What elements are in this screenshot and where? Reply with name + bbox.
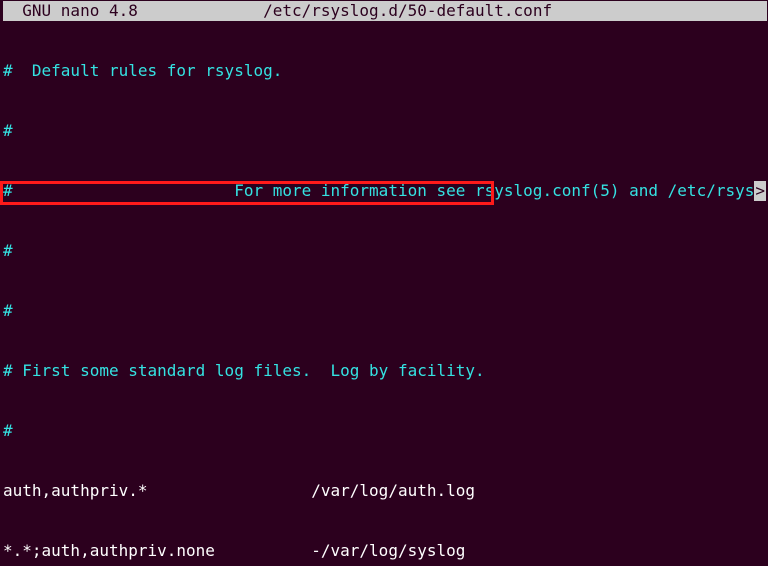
editor-line[interactable]: # First some standard log files. Log by …: [3, 361, 767, 381]
nano-filename: /etc/rsyslog.d/50-default.conf: [263, 1, 552, 20]
editor-line[interactable]: *.*;auth,authpriv.none -/var/log/syslog: [3, 541, 767, 561]
editor-line[interactable]: # Default rules for rsyslog.: [3, 61, 767, 81]
editor-line[interactable]: #: [3, 301, 767, 321]
editor-line[interactable]: #: [3, 241, 767, 261]
line-continuation-marker: >: [754, 181, 766, 201]
nano-version: GNU nano 4.8: [3, 1, 138, 20]
editor-line[interactable]: auth,authpriv.* /var/log/auth.log: [3, 481, 767, 501]
nano-terminal[interactable]: GNU nano 4.8 /etc/rsyslog.d/50-default.c…: [0, 0, 768, 566]
editor-content[interactable]: # Default rules for rsyslog. # # For mor…: [3, 21, 767, 566]
editor-line[interactable]: #: [3, 421, 767, 441]
editor-line[interactable]: #: [3, 121, 767, 141]
editor-line[interactable]: # For more information see rsyslog.conf(…: [3, 181, 767, 201]
nano-titlebar: GNU nano 4.8 /etc/rsyslog.d/50-default.c…: [3, 1, 767, 21]
